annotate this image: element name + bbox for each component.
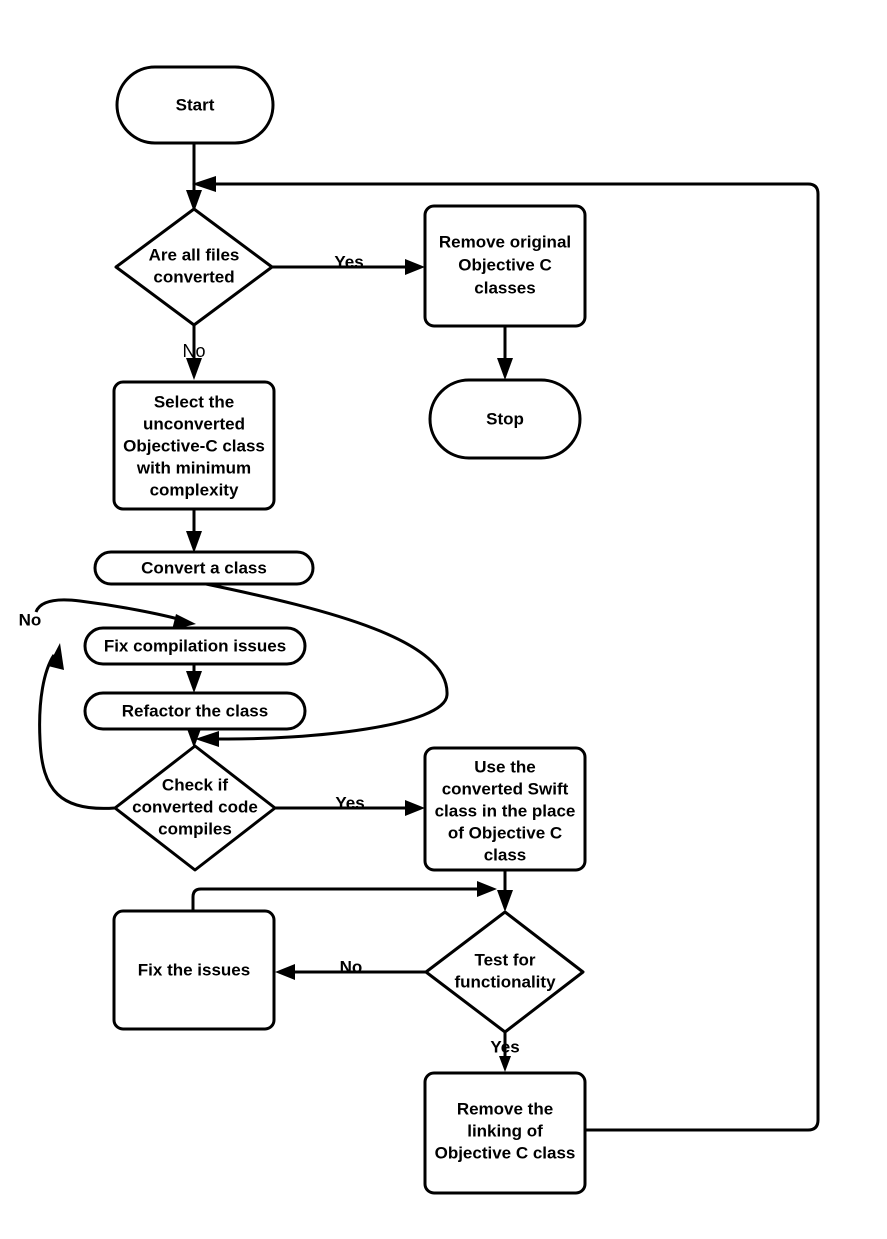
edge-check-yes-to-use-swift: Yes: [275, 793, 425, 816]
node-fix-compilation-issues[interactable]: Fix compilation issues: [83, 626, 307, 666]
node-use-converted-swift-class[interactable]: Use the converted Swift class in the pla…: [423, 746, 587, 872]
node-convert-a-class[interactable]: Convert a class: [93, 550, 315, 586]
node-use-converted-swift-label-4: of Objective C: [448, 823, 562, 842]
node-remove-original-label-3: classes: [474, 278, 535, 297]
node-select-unconverted-label-2: unconverted: [143, 414, 245, 433]
node-stop-label: Stop: [486, 409, 524, 428]
node-select-unconverted-label-4: with minimum: [136, 458, 251, 477]
node-use-converted-swift-label-1: Use the: [474, 757, 535, 776]
node-remove-original-objective-c-classes[interactable]: Remove original Objective C classes: [423, 204, 587, 328]
edge-decision-yes-to-remove-original: Yes: [272, 252, 425, 275]
node-check-compiles-label-3: compiles: [158, 819, 232, 838]
node-are-all-files-converted[interactable]: Are all files converted: [114, 207, 274, 327]
edge-label-converted-yes: Yes: [334, 252, 363, 271]
edge-label-functionality-no: No: [340, 957, 363, 976]
node-convert-a-class-label: Convert a class: [141, 558, 267, 577]
node-remove-linking-label-1: Remove the: [457, 1099, 553, 1118]
edge-label-functionality-yes: Yes: [490, 1037, 519, 1056]
node-remove-original-label-1: Remove original: [439, 232, 571, 251]
node-stop[interactable]: Stop: [428, 378, 582, 460]
flowchart-canvas: Remove original --> Yes Select the uncon…: [0, 0, 887, 1239]
node-select-unconverted-label-3: Objective-C class: [123, 436, 265, 455]
node-start-label: Start: [176, 95, 215, 114]
node-fix-the-issues-label: Fix the issues: [138, 960, 250, 979]
node-use-converted-swift-label-3: class in the place: [435, 801, 576, 820]
node-remove-linking-label-2: linking of: [467, 1121, 543, 1140]
node-fix-compilation-issues-label: Fix compilation issues: [104, 636, 286, 655]
node-refactor-the-class[interactable]: Refactor the class: [83, 691, 307, 731]
edge-remove-original-to-stop: [497, 326, 513, 380]
node-check-compiles-label-1: Check if: [162, 775, 228, 794]
edge-test-yes-to-remove-linking: Yes: [490, 1032, 520, 1072]
node-test-for-functionality[interactable]: Test for functionality: [424, 910, 585, 1034]
node-check-compiles-label-2: converted code: [132, 797, 258, 816]
edge-label-converted-no: No: [182, 341, 205, 361]
edge-no-loop-to-fix-compilation: [34, 598, 196, 630]
node-are-all-files-converted-label-2: converted: [153, 267, 234, 286]
node-refactor-the-class-label: Refactor the class: [122, 701, 268, 720]
node-remove-linking-objective-c-class[interactable]: Remove the linking of Objective C class: [423, 1071, 587, 1195]
node-check-if-converted-code-compiles[interactable]: Check if converted code compiles: [113, 744, 277, 872]
node-fix-the-issues[interactable]: Fix the issues: [112, 909, 276, 1031]
node-test-for-functionality-label-1: Test for: [474, 950, 535, 969]
node-use-converted-swift-label-2: converted Swift: [442, 779, 569, 798]
edge-test-no-to-fix-issues: No: [275, 957, 426, 980]
flowchart-svg: Remove original --> Yes Select the uncon…: [19, 65, 820, 1195]
node-select-unconverted-label-5: complexity: [150, 480, 239, 499]
node-select-unconverted-label-1: Select the: [154, 392, 234, 411]
edge-start-to-decision: [186, 143, 202, 212]
edge-fix-compilation-to-refactor: [186, 664, 202, 693]
edge-label-compiles-yes: Yes: [335, 793, 364, 812]
node-test-for-functionality-label-2: functionality: [454, 972, 556, 991]
node-select-unconverted-class[interactable]: Select the unconverted Objective-C class…: [112, 380, 276, 511]
node-remove-linking-label-3: Objective C class: [435, 1143, 576, 1162]
node-remove-original-label-2: Objective C: [458, 255, 552, 274]
edge-label-compiles-no: No: [19, 610, 42, 629]
edge-decision-no-to-select: No: [182, 325, 206, 380]
edge-use-swift-to-test: [497, 870, 513, 912]
edge-select-to-convert: [186, 509, 202, 553]
edge-fix-issues-to-test-loop: [191, 881, 497, 911]
node-use-converted-swift-label-5: class: [484, 845, 527, 864]
node-are-all-files-converted-label-1: Are all files: [149, 245, 240, 264]
node-start[interactable]: Start: [115, 65, 275, 145]
